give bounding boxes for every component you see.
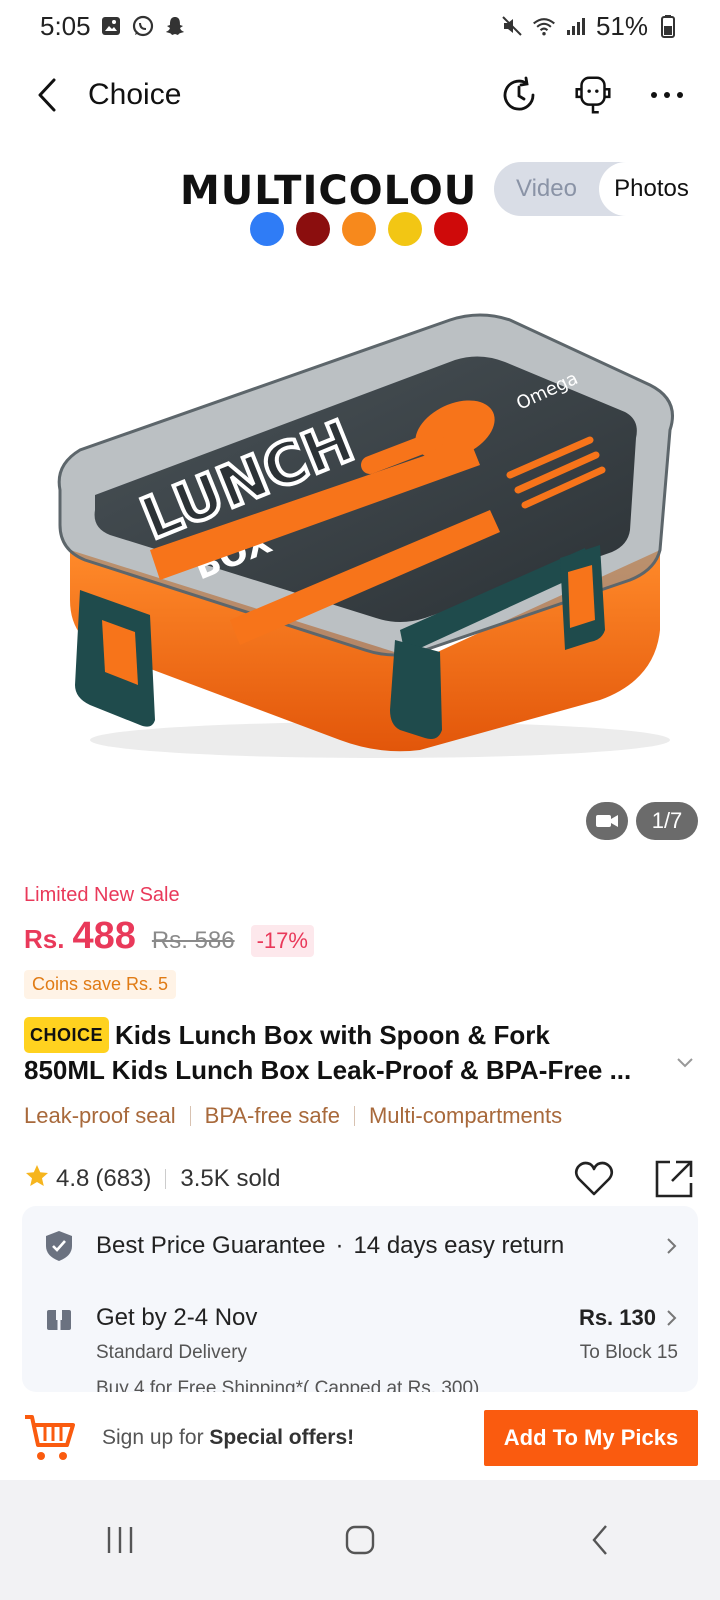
photos-tab[interactable]: Photos [599, 162, 704, 216]
color-dot-red [434, 212, 468, 246]
mute-icon [500, 14, 524, 38]
original-price: Rs. 586 [151, 927, 235, 954]
title-line-1: Kids Lunch Box with Spoon & Fork [115, 1020, 550, 1050]
color-dot-blue [250, 212, 284, 246]
home-icon[interactable] [320, 1510, 400, 1570]
status-bar: 5:05 51% [0, 0, 720, 52]
star-icon [24, 1163, 50, 1196]
rating-value: 4.8 [56, 1165, 90, 1192]
choice-badge: CHOICE [24, 1017, 110, 1053]
system-nav-bar [0, 1480, 720, 1600]
rating-divider [165, 1169, 167, 1189]
shipping-promo: Buy 4 for Free Shipping*( Capped at Rs. … [96, 1378, 480, 1392]
wifi-icon [532, 14, 556, 38]
color-dot-maroon [296, 212, 330, 246]
system-back-icon[interactable] [560, 1510, 640, 1570]
title-line-2: 850ML Kids Lunch Box Leak-Proof & BPA-Fr… [24, 1055, 632, 1085]
delivery-type: Standard Delivery [96, 1342, 248, 1363]
sold-count: 3.5K sold [180, 1165, 281, 1192]
easy-return: 14 days easy return [353, 1232, 565, 1259]
expand-title-chevron-icon[interactable] [676, 1043, 694, 1077]
status-right: 51% [500, 11, 680, 42]
feature-tag: BPA-free safe [204, 1103, 340, 1128]
feature-tag: Multi-compartments [368, 1103, 563, 1128]
product-actions [572, 1157, 696, 1201]
back-button[interactable] [20, 67, 76, 123]
bottom-action-bar: Sign up for Special offers! Add To My Pi… [0, 1396, 720, 1480]
cart-icon[interactable] [22, 1410, 78, 1466]
signup-offer: Special offers! [209, 1426, 355, 1449]
price-row: Rs. 488 Rs. 586 -17% [24, 915, 696, 958]
status-time: 5:05 [40, 10, 91, 41]
signup-prompt[interactable]: Sign up for Special offers! [102, 1426, 354, 1450]
lunch-box-image: LUNCH BOX Omega [57, 313, 674, 758]
delivery-details: Standard Delivery To Block 15 [96, 1342, 678, 1364]
color-dot-orange [342, 212, 376, 246]
status-left: 5:05 [40, 11, 187, 42]
delivery-destination: To Block 15 [579, 1342, 678, 1363]
sale-label: Limited New Sale [24, 884, 180, 906]
gallery-notification-icon [99, 14, 123, 38]
share-icon[interactable] [652, 1157, 696, 1201]
snapchat-notification-icon [163, 14, 187, 38]
coins-save-badge: Coins save Rs. 5 [24, 970, 177, 999]
video-tab[interactable]: Video [494, 162, 599, 216]
feature-tags: Leak-proof seal BPA-free safe Multi-comp… [24, 1103, 696, 1129]
top-actions [496, 72, 700, 118]
delivery-box-icon [42, 1301, 76, 1335]
guarantee-row[interactable]: Best Price Guarantee · 14 days easy retu… [42, 1224, 678, 1268]
current-price: 488 [72, 915, 136, 957]
signup-prefix: Sign up for [102, 1426, 210, 1449]
media-type-toggle: Video Photos [494, 162, 704, 216]
battery-percent: 51% [595, 10, 648, 41]
video-indicator[interactable] [586, 802, 628, 840]
feature-divider [353, 1106, 355, 1126]
customer-service-icon[interactable] [570, 72, 616, 118]
top-app-bar: Choice [0, 60, 720, 130]
delivery-chevron-icon [666, 1309, 678, 1327]
discount-badge: -17% [250, 925, 314, 957]
price-currency: Rs. [24, 924, 65, 954]
wishlist-heart-icon[interactable] [572, 1157, 616, 1201]
service-card: Best Price Guarantee · 14 days easy retu… [22, 1206, 698, 1392]
color-dots [250, 212, 468, 246]
product-title[interactable]: CHOICE Kids Lunch Box with Spoon & Fork 8… [24, 1017, 696, 1087]
battery-icon [656, 14, 680, 38]
color-dot-yellow [388, 212, 422, 246]
back-arrow-icon [38, 78, 56, 112]
feature-divider [189, 1106, 191, 1126]
delivery-date: Get by 2-4 Nov [96, 1304, 258, 1331]
history-icon[interactable] [496, 72, 542, 118]
shield-check-icon [42, 1229, 76, 1263]
guarantee-chevron-icon [666, 1237, 678, 1255]
recent-apps-icon[interactable] [80, 1510, 160, 1570]
signal-icon [564, 14, 588, 38]
rating-count[interactable]: (683) [95, 1165, 151, 1193]
add-to-my-picks-button[interactable]: Add To My Picks [484, 1410, 698, 1466]
product-info: Limited New Sale Rs. 488 Rs. 586 -17% Co… [0, 860, 720, 1201]
video-camera-icon [596, 815, 618, 827]
whatsapp-notification-icon [131, 14, 155, 38]
feature-tag: Leak-proof seal [24, 1103, 176, 1128]
rating-row: 4.8 (683) 3.5K sold [24, 1157, 696, 1201]
best-price-guarantee: Best Price Guarantee [96, 1232, 326, 1259]
more-options-icon[interactable] [644, 72, 690, 118]
shipping-fee: Rs. 130 [578, 1305, 656, 1330]
page-title: Choice [88, 78, 182, 111]
row-separator: · [335, 1232, 344, 1259]
banner-multicolour-text: MULTICOLOU [180, 168, 478, 214]
image-counter: 1/7 [636, 802, 698, 840]
delivery-row[interactable]: Get by 2-4 Nov Rs. 130 [42, 1298, 678, 1338]
